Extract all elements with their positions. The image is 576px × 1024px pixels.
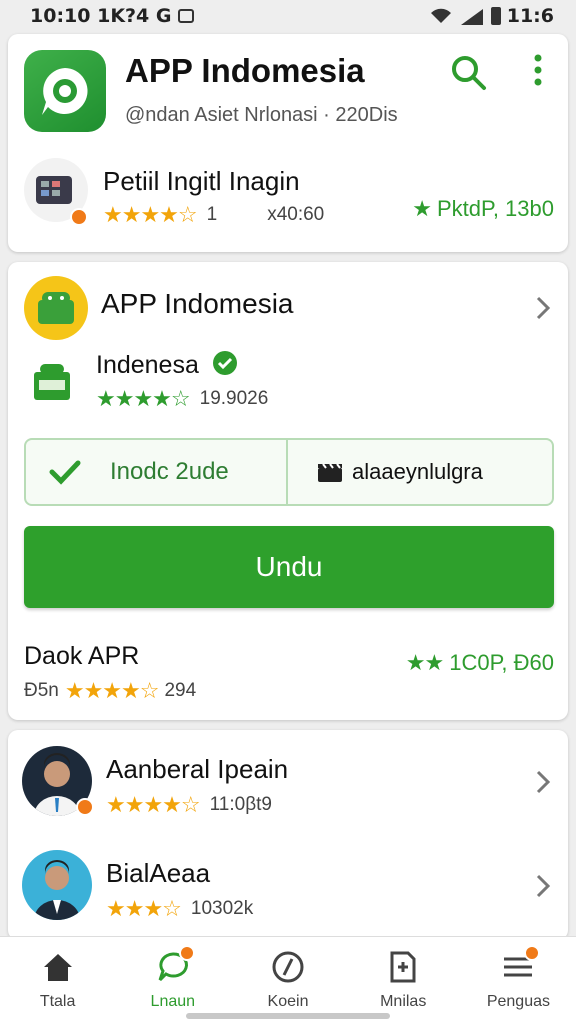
video-clapper-icon [318, 463, 342, 482]
update-badge-icon [70, 208, 88, 226]
search-icon[interactable] [448, 52, 488, 92]
user-rating: 11:0βt9 [209, 794, 272, 815]
detail-header-row[interactable]: APP Indomesia [8, 274, 568, 350]
footer-meta: Ð5n ★★★★☆ 294 [24, 678, 196, 704]
nav-label: Koein [267, 993, 309, 1010]
more-vert-icon[interactable] [526, 50, 550, 90]
star-rating-icon: ★★★★☆ [64, 678, 160, 703]
compass-icon [272, 951, 304, 983]
nav-label: Ttala [39, 993, 76, 1010]
item-tag: ★ PktdP, 13b0 [412, 196, 554, 222]
battery-icon [490, 7, 501, 25]
menu-icon [500, 945, 541, 985]
segment-right-label: alaaeynlulgra [352, 459, 483, 484]
chevron-right-icon[interactable] [532, 766, 554, 798]
nav-label: Penguas [486, 993, 550, 1010]
home-icon [43, 954, 72, 981]
star-rating-icon: ★★★★☆ [106, 792, 201, 817]
app-detail-card: APP Indomesia Indenesa ★★★★☆ 19.9026 Ino… [8, 262, 568, 720]
user-list-card: Aanberal Ipeain ★★★★☆ 11:0βt9 BialAeaa ★… [8, 730, 568, 940]
nav-label: Mnilas [380, 993, 427, 1010]
wifi-icon [430, 8, 451, 23]
user-name: Aanberal Ipeain [106, 754, 289, 784]
segment-right[interactable]: alaaeynlulgra [288, 459, 552, 485]
sub-app-meta: ★★★★☆ 19.9026 [96, 386, 268, 412]
nav-item-home[interactable]: Ttala [0, 937, 115, 1024]
footer-app-row[interactable]: Daok APR Ð5n ★★★★☆ 294 ★★ 1C0P, Ð60 [8, 636, 568, 706]
nav-item-documents[interactable]: Mnilas [346, 937, 461, 1024]
chevron-right-icon[interactable] [532, 870, 554, 902]
status-badge-icon [76, 798, 94, 816]
status-time-right: 11:6 [506, 5, 554, 27]
user-meta: ★★★★☆ 11:0βt9 [106, 792, 272, 818]
item-downloads: x40:60 [267, 204, 325, 225]
verified-check-icon [212, 351, 237, 375]
status-right: 11:6 [429, 5, 554, 27]
segment-left[interactable]: Inodc 2ude [26, 440, 288, 504]
status-bar: 10:10 1K?4 G 11:6 [0, 0, 576, 32]
sub-app-title-text: Indenesa [96, 351, 199, 379]
notification-icon [177, 9, 194, 23]
nav-item-chat[interactable]: Lnaun [115, 937, 230, 1024]
chevron-right-icon[interactable] [532, 292, 554, 324]
user-name: BialAeaa [106, 858, 211, 888]
bottom-navigation: Ttala Lnaun Koein Mnilas Penguas [0, 936, 576, 1024]
item-title: Petiil Ingitl Inagin [103, 166, 300, 196]
home-indicator[interactable] [186, 1013, 390, 1019]
notification-badge-icon [524, 945, 541, 961]
footer-rating: 294 [164, 680, 197, 701]
user-rating: 10302k [190, 898, 254, 919]
footer-tag-text: 1C0P, Ð60 [449, 650, 554, 675]
sub-app-row[interactable]: Indenesa ★★★★☆ 19.9026 [8, 344, 568, 424]
star-rating-icon: ★★★★☆ [96, 386, 191, 411]
page-title: APP Indomesia [125, 52, 365, 89]
list-item[interactable]: Aanberal Ipeain ★★★★☆ 11:0βt9 [8, 744, 568, 826]
sub-app-rating: 19.9026 [199, 388, 269, 409]
signal-icon [460, 9, 483, 25]
nav-label: Lnaun [150, 993, 196, 1010]
item-rating-count: 1 [206, 204, 218, 225]
document-icon [390, 951, 416, 983]
list-item[interactable]: Petiil Ingitl Inagin ★★★★☆ 1 x40:60 ★ Pk… [8, 156, 568, 236]
download-button[interactable]: Undu [24, 526, 554, 608]
chat-icon [155, 945, 195, 985]
notification-badge-icon [178, 945, 195, 961]
sub-app-title: Indenesa [96, 350, 238, 380]
option-segmented-control: Inodc 2ude alaaeynlulgra [24, 438, 554, 506]
status-left: 10:10 1K?4 G [30, 5, 194, 27]
item-meta: ★★★★☆ 1 x40:60 [103, 202, 324, 228]
footer-title: Daok APR [24, 642, 140, 670]
star-icon: ★★ [405, 650, 444, 675]
app-subtitle: @ndan Asiet Nrlonasi · 220Dis [125, 104, 398, 126]
star-rating-icon: ★★★★☆ [103, 202, 198, 227]
star-rating-icon: ★★★☆ [106, 896, 182, 921]
footer-tag: ★★ 1C0P, Ð60 [406, 650, 554, 676]
android-robot-icon [24, 276, 88, 340]
star-icon: ★ [412, 196, 432, 221]
item-tag-text: PktdP, 13b0 [436, 196, 554, 221]
status-time-left: 10:10 1K?4 G [30, 5, 172, 27]
android-store-icon [30, 358, 74, 404]
app-logo-icon [24, 50, 106, 132]
segment-left-label: Inodc 2ude [110, 458, 229, 485]
nav-item-menu[interactable]: Penguas [461, 937, 576, 1024]
list-item[interactable]: BialAeaa ★★★☆ 10302k [8, 848, 568, 930]
footer-prefix: Ð5n [24, 680, 59, 701]
nav-item-explore[interactable]: Koein [230, 937, 345, 1024]
user-meta: ★★★☆ 10302k [106, 896, 253, 922]
checkmark-icon [49, 460, 81, 485]
app-header-card: APP Indomesia @ndan Asiet Nrlonasi · 220… [8, 34, 568, 252]
avatar [22, 850, 92, 920]
detail-title: APP Indomesia [101, 288, 294, 319]
